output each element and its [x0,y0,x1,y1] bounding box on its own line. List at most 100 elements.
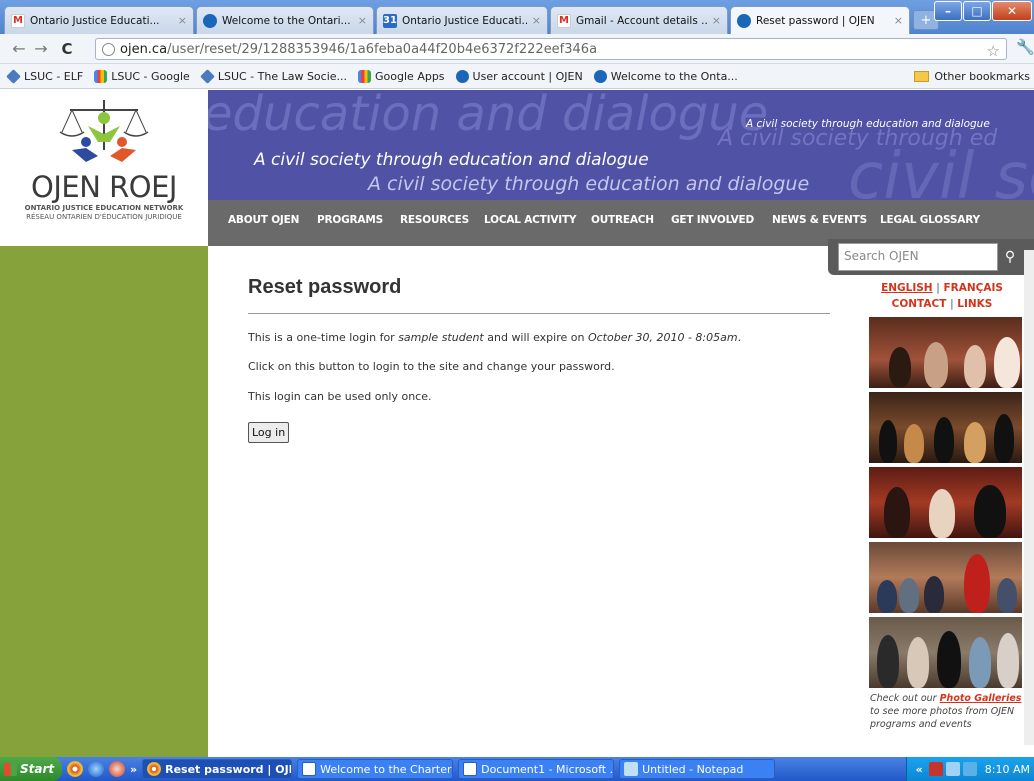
clock: 8:10 AM [984,762,1030,776]
page-info-icon[interactable] [102,42,115,56]
taskbar-item[interactable]: Welcome to the Charter ... [297,759,454,779]
close-window-icon[interactable]: ✕ [992,1,1032,21]
start-button[interactable]: Start [0,757,62,781]
bookmark-label: LSUC - The Law Socie... [217,69,348,83]
tray-expand-chevron[interactable]: « [916,763,923,776]
photo-galleries-link[interactable]: Photo Galleries [940,693,1022,704]
nav-resources[interactable]: RESOURCES [400,214,469,226]
tab-close-icon[interactable]: × [358,14,367,27]
other-bookmarks[interactable]: Other bookmarks [914,70,1030,83]
instruction-text: Click on this button to login to the sit… [248,360,615,374]
google-icon [94,69,108,83]
english-link[interactable]: ENGLISH [881,282,933,294]
nav-local-activity[interactable]: LOCAL ACTIVITY [484,214,577,226]
tab-close-icon[interactable]: × [178,14,187,27]
tray-app-icon[interactable] [962,762,977,776]
logo-line-english: ONTARIO JUSTICE EDUCATION NETWORK [24,204,184,212]
forward-arrow-icon[interactable]: → [30,39,52,58]
links-link[interactable]: LINKS [957,298,992,310]
network-icon[interactable] [945,762,960,776]
maximize-icon[interactable]: □ [963,1,991,21]
antivirus-icon[interactable] [928,762,943,776]
photo-gallery-note: Check out our Photo Galleries to see mor… [870,692,1025,732]
quick-launch-app-icon[interactable] [109,761,125,777]
reload-icon[interactable]: C [56,40,78,58]
browser-tab-active[interactable]: Reset password | OJEN × [730,6,910,34]
minimize-icon[interactable]: – [934,1,962,21]
chrome-icon[interactable] [67,761,83,777]
word-document-icon [302,762,317,776]
browser-tab[interactable]: Welcome to the Ontari... × [196,6,374,34]
internet-explorer-icon[interactable] [88,761,104,777]
url-path: /user/reset/29/1288353946/1a6feba0a44f20… [167,41,598,57]
log-in-button[interactable]: Log in [248,422,290,444]
francais-link[interactable]: FRANÇAIS [943,282,1002,294]
event-photo[interactable] [869,316,1022,388]
folder-icon [914,70,930,82]
url-host: ojen.ca [120,41,168,57]
wrench-menu-icon[interactable]: 🔧 [1016,38,1034,56]
contact-link[interactable]: CONTACT [892,298,947,310]
nav-get-involved[interactable]: GET INVOLVED [671,214,754,226]
bookmark-site-icon [6,68,21,84]
tab-close-icon[interactable]: × [712,14,721,27]
back-arrow-icon[interactable]: ← [8,39,30,58]
tab-title: Reset password | OJEN [756,14,875,27]
system-tray: « 8:10 AM [906,757,1034,781]
scales-of-justice-logo-icon [59,100,149,162]
event-photo[interactable] [869,541,1022,613]
browser-toolbar: ← → C ojen.ca/user/reset/29/1288353946/1… [0,34,1034,64]
tab-title: Ontario Justice Educati... [30,14,160,27]
tab-close-icon[interactable]: × [894,14,903,27]
nav-legal-glossary[interactable]: LEGAL GLOSSARY [880,214,980,226]
banner-watermark: education and dialogue [208,90,769,142]
quick-launch-overflow[interactable]: » [130,763,137,776]
nav-outreach[interactable]: OUTREACH [591,214,654,226]
site-banner: education and dialogue A civil society t… [208,90,1034,200]
browser-tab[interactable]: 31 Ontario Justice Educati... × [376,6,548,34]
main-content: Reset password This is a one-time login … [248,276,830,444]
tab-close-icon[interactable]: × [532,14,541,27]
search-input[interactable]: Search OJEN [838,243,998,271]
separator: | [950,298,954,311]
nav-about-ojen[interactable]: ABOUT OJEN [228,214,299,226]
web-page: OJEN ROEJ ONTARIO JUSTICE EDUCATION NETW… [0,90,1034,757]
browser-tab[interactable]: M Gmail - Account details ... × [550,6,728,34]
windows-logo-icon [4,762,17,776]
gmail-icon: M [11,13,25,28]
event-photo[interactable] [869,391,1022,463]
bookmark-item[interactable]: User account | OJEN [455,69,583,83]
bookmark-star-icon[interactable]: ☆ [987,42,1000,60]
notepad-icon [624,762,639,776]
site-logo[interactable]: OJEN ROEJ ONTARIO JUSTICE EDUCATION NETW… [0,90,208,240]
bookmark-site-icon [199,68,215,84]
search-icon[interactable]: ⚲ [998,243,1022,271]
chrome-icon [147,762,162,776]
bookmark-item[interactable]: Welcome to the Onta... [593,69,738,83]
task-label: Document1 - Microsoft ... [481,762,615,776]
ojen-icon [593,69,607,83]
gmail-icon: M [557,13,571,28]
separator: | [936,282,940,294]
taskbar-item[interactable]: Reset password | OJE... [142,759,293,779]
bookmark-label: Welcome to the Onta... [610,69,738,83]
taskbar-item[interactable]: Untitled - Notepad [619,759,776,779]
browser-tab[interactable]: M Ontario Justice Educati... × [4,6,194,34]
one-time-login-message: This is a one-time login for sample stud… [248,330,830,345]
nav-programs[interactable]: PROGRAMS [317,214,383,226]
page-scrollbar[interactable] [1024,250,1034,745]
bookmark-label: LSUC - Google [111,69,190,83]
other-bookmarks-label: Other bookmarks [934,69,1030,83]
event-photo[interactable] [869,616,1022,688]
language-links: ENGLISH | FRANÇAIS CONTACT | LINKS [858,280,1026,313]
ojen-icon [203,13,217,28]
taskbar-item[interactable]: Document1 - Microsoft ... [458,759,615,779]
nav-news-events[interactable]: NEWS & EVENTS [772,214,867,226]
address-bar[interactable]: ojen.ca/user/reset/29/1288353946/1a6feba… [95,38,1007,60]
event-photo[interactable] [869,466,1022,538]
bookmark-item[interactable]: LSUC - Google [94,69,190,83]
bookmark-item[interactable]: LSUC - ELF [6,68,83,84]
bookmark-item[interactable]: Google Apps [358,69,445,83]
window-controls: – □ ✕ [934,1,1032,21]
bookmark-item[interactable]: LSUC - The Law Socie... [199,68,348,84]
